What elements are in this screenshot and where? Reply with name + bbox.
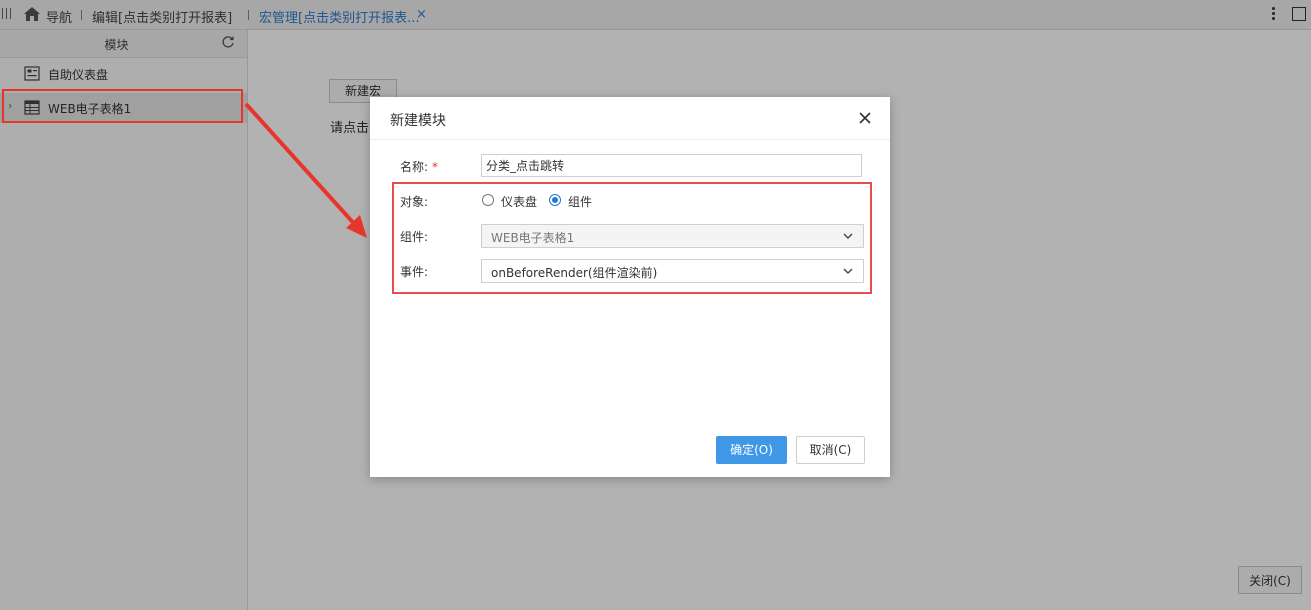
cancel-button[interactable]: 取消(C) bbox=[796, 436, 865, 464]
new-module-dialog: 新建模块 名称:* 对象: 仪表盘 组件 组件: WEB电子表格1 事件: on… bbox=[370, 97, 890, 477]
highlight-annotation-box bbox=[392, 182, 872, 294]
dialog-header: 新建模块 bbox=[370, 97, 890, 140]
name-input[interactable] bbox=[481, 154, 862, 177]
dialog-title: 新建模块 bbox=[390, 113, 446, 129]
ok-button[interactable]: 确定(O) bbox=[716, 436, 787, 464]
required-mark: * bbox=[432, 160, 439, 174]
annotation-box bbox=[2, 89, 243, 123]
name-label: 名称: * bbox=[400, 160, 439, 174]
close-icon[interactable] bbox=[858, 111, 872, 125]
